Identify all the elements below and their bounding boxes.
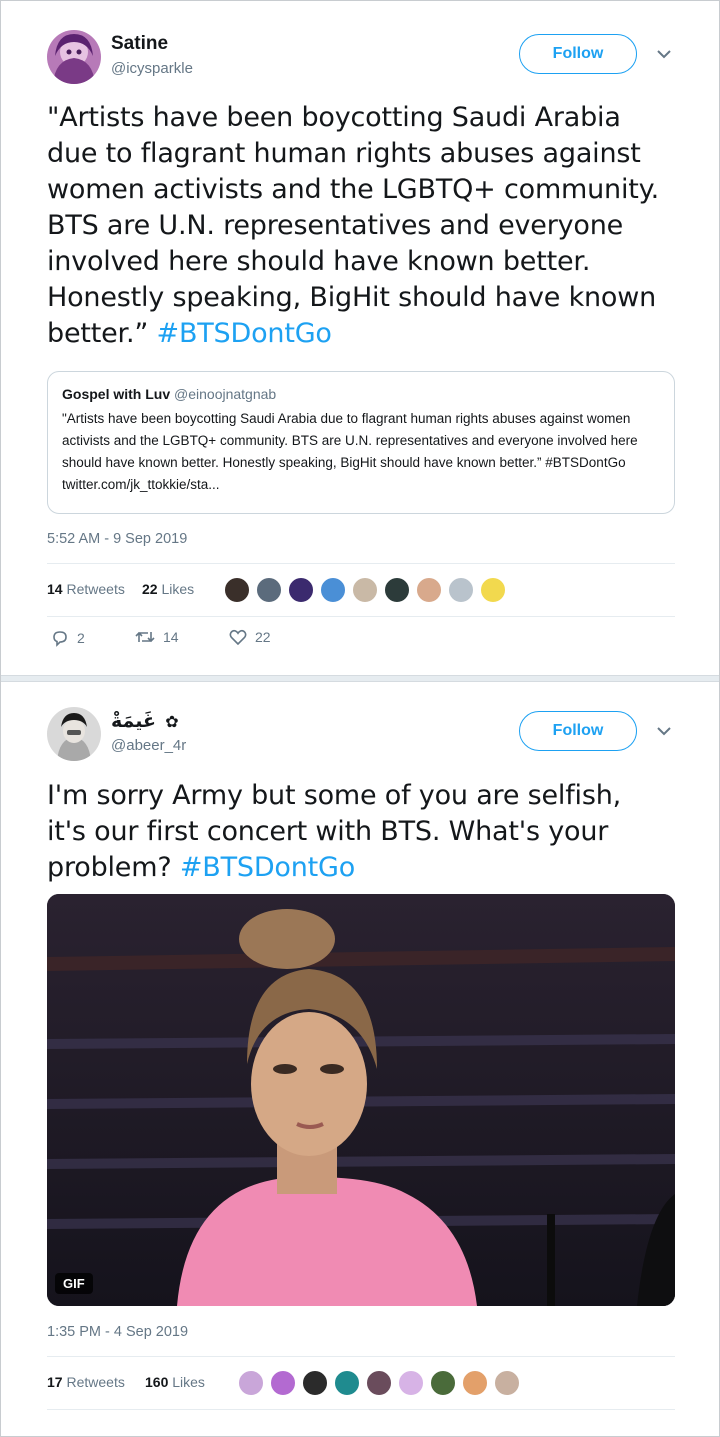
quoted-tweet-header: Gospel with Luv @einoojnatgnab — [62, 386, 660, 402]
chevron-down-icon[interactable] — [657, 46, 677, 66]
timeline: Satine @icysparkle Follow "Artists have … — [0, 0, 720, 1437]
retweets-stat[interactable]: 17 Retweets — [47, 1374, 125, 1390]
quoted-tweet-text: "Artists have been boycotting Saudi Arab… — [62, 411, 638, 492]
tweet-text-line: women activists and the LGBTQ+ community… — [47, 174, 659, 205]
liker-avatar[interactable] — [429, 1369, 457, 1397]
like-count: 22 — [255, 629, 271, 645]
user-handle[interactable]: @abeer_4r — [111, 737, 186, 754]
display-name[interactable]: Satine — [111, 33, 168, 55]
hashtag-link[interactable]: #BTSDontGo — [180, 852, 355, 883]
liker-avatar[interactable] — [319, 576, 347, 604]
tweet-text: "Artists have been boycotting Saudi Arab… — [47, 100, 687, 352]
quoted-tweet[interactable]: Gospel with Luv @einoojnatgnab "Artists … — [47, 371, 675, 514]
gif-frame-image — [47, 894, 675, 1306]
liker-avatar[interactable] — [333, 1369, 361, 1397]
tweet-text-line: I'm sorry Army but some of you are selfi… — [47, 780, 621, 811]
engagement-stats: 14 Retweets 22 Likes — [47, 563, 675, 617]
retweets-count: 17 — [47, 1374, 63, 1390]
tweet-text-line: Honestly speaking, BigHit should have kn… — [47, 282, 657, 313]
tweet-text-line: it's our first concert with BTS. What's … — [47, 816, 609, 847]
tweet-text-line: due to flagrant human rights abuses agai… — [47, 138, 641, 169]
retweets-label: Retweets — [66, 581, 125, 597]
liker-avatar[interactable] — [237, 1369, 265, 1397]
liker-avatar[interactable] — [269, 1369, 297, 1397]
reply-count: 2 — [77, 630, 85, 646]
tweet: غَيمَةْ ✿ @abeer_4r Follow I'm sorry Arm… — [1, 681, 719, 1437]
tweet-text-tail: better.” — [47, 318, 157, 349]
follow-button[interactable]: Follow — [519, 711, 637, 751]
follow-button[interactable]: Follow — [519, 34, 637, 74]
retweets-stat[interactable]: 14 Retweets — [47, 581, 125, 597]
tweet-text-tail: problem? — [47, 852, 180, 883]
liker-avatar[interactable] — [287, 576, 315, 604]
hashtag-link[interactable]: #BTSDontGo — [157, 318, 332, 349]
timestamp[interactable]: 1:35 PM - 4 Sep 2019 — [47, 1324, 188, 1340]
tweet-text: I'm sorry Army but some of you are selfi… — [47, 778, 687, 886]
quoted-display-name: Gospel with Luv — [62, 386, 171, 402]
retweet-icon — [135, 629, 155, 645]
liker-avatar[interactable] — [461, 1369, 489, 1397]
likes-label: Likes — [161, 581, 195, 597]
likes-label: Likes — [172, 1374, 205, 1390]
quoted-user-handle: @einoojnatgnab — [174, 386, 277, 402]
tweet-text-line: better.” #BTSDontGo — [47, 316, 687, 352]
retweet-count: 14 — [163, 629, 179, 645]
liker-avatar[interactable] — [365, 1369, 393, 1397]
avatar[interactable] — [47, 30, 101, 84]
liker-avatar[interactable] — [415, 576, 443, 604]
engagement-stats: 17 Retweets 160 Likes — [47, 1356, 675, 1410]
display-name-text: غَيمَةْ — [111, 711, 156, 732]
liker-avatar[interactable] — [351, 576, 379, 604]
heart-icon — [229, 629, 247, 645]
retweets-label: Retweets — [66, 1374, 125, 1390]
retweets-count: 14 — [47, 581, 63, 597]
likes-stat[interactable]: 22 Likes — [142, 581, 194, 597]
tweet-text-line: BTS are U.N. representatives and everyon… — [47, 210, 624, 241]
liker-avatar[interactable] — [255, 576, 283, 604]
timestamp[interactable]: 5:52 AM - 9 Sep 2019 — [47, 531, 187, 547]
liker-avatar[interactable] — [447, 576, 475, 604]
liker-avatar[interactable] — [383, 576, 411, 604]
gif-media[interactable]: GIF — [47, 894, 675, 1306]
tweet-text-line: involved here should have known better. — [47, 246, 591, 277]
flower-icon: ✿ — [165, 714, 179, 731]
like-action[interactable]: 22 — [229, 629, 271, 645]
tweet-text-line: "Artists have been boycotting Saudi Arab… — [47, 102, 621, 133]
display-name[interactable]: غَيمَةْ ✿ — [111, 710, 179, 733]
user-handle[interactable]: @icysparkle — [111, 60, 193, 77]
reply-icon — [51, 629, 69, 647]
gif-badge: GIF — [55, 1273, 93, 1294]
likes-stat[interactable]: 160 Likes — [145, 1374, 205, 1390]
liker-avatar[interactable] — [223, 576, 251, 604]
chevron-down-icon[interactable] — [657, 723, 677, 743]
tweet-text-line: problem? #BTSDontGo — [47, 850, 687, 886]
tweet: Satine @icysparkle Follow "Artists have … — [1, 1, 719, 675]
liker-avatar[interactable] — [301, 1369, 329, 1397]
avatar[interactable] — [47, 707, 101, 761]
reply-action[interactable]: 2 — [51, 629, 85, 647]
likes-count: 160 — [145, 1374, 169, 1390]
liker-avatar[interactable] — [397, 1369, 425, 1397]
likes-count: 22 — [142, 581, 158, 597]
retweet-action[interactable]: 14 — [135, 629, 179, 645]
liker-avatar[interactable] — [493, 1369, 521, 1397]
liker-avatar[interactable] — [479, 576, 507, 604]
